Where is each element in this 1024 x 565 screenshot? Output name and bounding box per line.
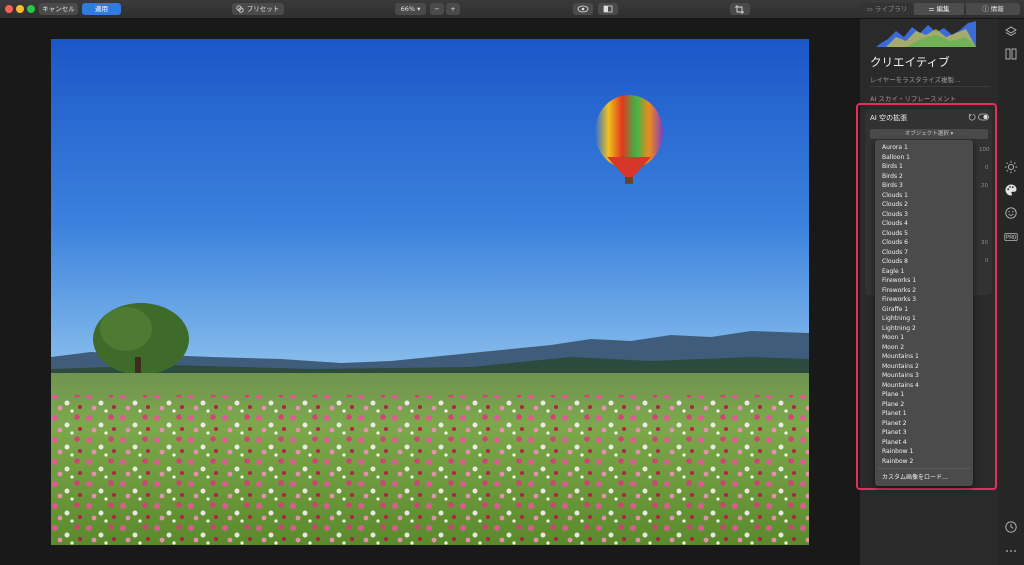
panel-title: クリエイティブ (870, 55, 950, 69)
dropdown-item-clouds-1[interactable]: Clouds 1 (882, 192, 908, 199)
tab-info[interactable]: ⓘ 情報 (966, 3, 1020, 15)
zoom-window-button[interactable] (27, 5, 35, 13)
top-toolbar: キャンセル 適用 プリセット 66% ▾ − + ▭ ライブラリ ⚌ 編集 ⓘ … (0, 0, 1024, 19)
dropdown-item-balloon-1[interactable]: Balloon 1 (882, 154, 910, 161)
dropdown-item-fireworks-2[interactable]: Fireworks 2 (882, 287, 916, 294)
dropdown-item-fireworks-3[interactable]: Fireworks 3 (882, 296, 916, 303)
tab-library-label: ライブラリ (874, 5, 908, 13)
dropdown-item-moon-2[interactable]: Moon 2 (882, 344, 904, 351)
compare-icon[interactable] (1004, 47, 1018, 61)
dropdown-item-rainbow-2[interactable]: Rainbow 2 (882, 458, 913, 465)
dropdown-item-clouds-7[interactable]: Clouds 7 (882, 249, 908, 256)
dropdown-item-clouds-6[interactable]: Clouds 6 (882, 239, 908, 246)
info-icon: ⓘ (982, 5, 991, 13)
sky-object-dropdown-menu[interactable]: Aurora 1 Balloon 1 Birds 1 Birds 2 Birds… (875, 140, 973, 486)
more-icon[interactable] (1004, 544, 1018, 558)
dropdown-item-eagle-1[interactable]: Eagle 1 (882, 268, 904, 275)
tab-edit[interactable]: ⚌ 編集 (914, 3, 964, 15)
history-icon[interactable] (1004, 520, 1018, 534)
dropdown-item-birds-2[interactable]: Birds 2 (882, 173, 903, 180)
dropdown-item-birds-1[interactable]: Birds 1 (882, 163, 903, 170)
rasterize-layer-link[interactable]: レイヤーをラスタライズ複製… (870, 74, 960, 84)
divider (870, 86, 990, 87)
histogram (876, 21, 976, 47)
tab-library[interactable]: ▭ ライブラリ (862, 3, 912, 15)
split-view-button[interactable] (598, 3, 618, 15)
apply-button[interactable]: 適用 (82, 3, 121, 15)
dropdown-item-clouds-2[interactable]: Clouds 2 (882, 201, 908, 208)
dropdown-item-planet-1[interactable]: Planet 1 (882, 410, 907, 417)
library-icon: ▭ (866, 5, 875, 13)
dropdown-item-planet-3[interactable]: Planet 3 (882, 429, 907, 436)
cancel-button[interactable]: キャンセル (39, 3, 78, 15)
pro-icon[interactable] (1004, 230, 1018, 244)
preview-toggle-button[interactable] (573, 3, 593, 15)
preset-icon (236, 5, 244, 13)
dropdown-item-fireworks-1[interactable]: Fireworks 1 (882, 277, 916, 284)
dropdown-item-clouds-3[interactable]: Clouds 3 (882, 211, 908, 218)
dropdown-item-moon-1[interactable]: Moon 1 (882, 334, 904, 341)
preset-label: プリセット (246, 5, 280, 13)
dropdown-item-clouds-8[interactable]: Clouds 8 (882, 258, 908, 265)
dropdown-separator (878, 468, 970, 469)
dropdown-item-plane-1[interactable]: Plane 1 (882, 391, 904, 398)
landscape-photo (51, 39, 809, 545)
tool-rail (998, 19, 1024, 565)
layers-icon[interactable] (1004, 25, 1018, 39)
dropdown-item-giraffe-1[interactable]: Giraffe 1 (882, 306, 908, 313)
minimize-window-button[interactable] (16, 5, 24, 13)
smiley-icon[interactable] (1004, 206, 1018, 220)
split-view-icon (603, 5, 613, 13)
crop-icon (735, 5, 744, 14)
preset-button[interactable]: プリセット (232, 3, 284, 15)
tab-info-label: 情報 (990, 5, 1004, 13)
load-custom-image-item[interactable]: カスタム画像をロード… (882, 472, 948, 481)
tab-edit-label: 編集 (936, 5, 950, 13)
dropdown-item-clouds-4[interactable]: Clouds 4 (882, 220, 908, 227)
zoom-value: 66% (400, 5, 416, 13)
zoom-select[interactable]: 66% ▾ (395, 3, 426, 15)
sun-icon[interactable] (1004, 160, 1018, 174)
crop-button[interactable] (730, 3, 750, 15)
dropdown-item-clouds-5[interactable]: Clouds 5 (882, 230, 908, 237)
dropdown-item-lightning-1[interactable]: Lightning 1 (882, 315, 916, 322)
zoom-out-button[interactable]: − (430, 3, 444, 15)
zoom-in-button[interactable]: + (446, 3, 460, 15)
dropdown-item-lightning-2[interactable]: Lightning 2 (882, 325, 916, 332)
dropdown-item-mountains-3[interactable]: Mountains 3 (882, 372, 919, 379)
dropdown-item-mountains-4[interactable]: Mountains 4 (882, 382, 919, 389)
photo[interactable] (51, 39, 809, 545)
ai-sky-replacement-section[interactable]: AI スカイ・リプレースメント (870, 93, 956, 103)
dropdown-item-mountains-1[interactable]: Mountains 1 (882, 353, 919, 360)
close-window-button[interactable] (5, 5, 13, 13)
dropdown-item-planet-4[interactable]: Planet 4 (882, 439, 907, 446)
dropdown-item-mountains-2[interactable]: Mountains 2 (882, 363, 919, 370)
dropdown-item-birds-3[interactable]: Birds 3 (882, 182, 903, 189)
dropdown-item-rainbow-1[interactable]: Rainbow 1 (882, 448, 913, 455)
dropdown-item-plane-2[interactable]: Plane 2 (882, 401, 904, 408)
eye-icon (577, 5, 589, 13)
dropdown-item-aurora-1[interactable]: Aurora 1 (882, 144, 908, 151)
dropdown-item-planet-2[interactable]: Planet 2 (882, 420, 907, 427)
palette-icon[interactable] (1004, 183, 1018, 197)
